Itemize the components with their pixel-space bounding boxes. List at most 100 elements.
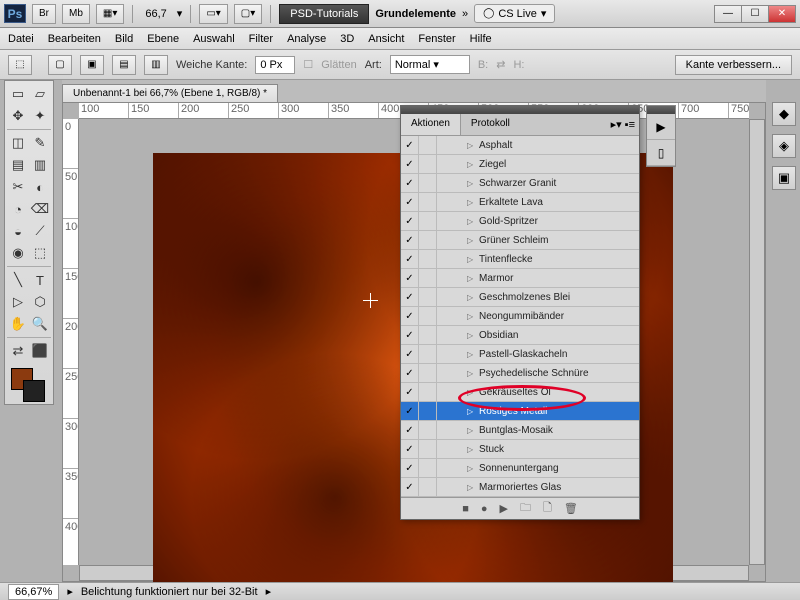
status-menu-icon[interactable]: ▸ xyxy=(266,585,272,598)
tool-1[interactable]: ▱ xyxy=(29,83,51,105)
selmode-new[interactable]: ▢ xyxy=(48,55,72,75)
action-dialog-toggle[interactable] xyxy=(419,345,437,363)
tool-17[interactable]: T xyxy=(29,269,51,291)
action-check-icon[interactable]: ✓ xyxy=(401,459,419,477)
disclosure-triangle-icon[interactable]: ▷ xyxy=(467,217,477,226)
action-row[interactable]: ✓▷Rostiges Metall xyxy=(401,402,639,421)
tab-aktionen[interactable]: Aktionen xyxy=(401,114,461,135)
panel-icon-2[interactable]: ▣ xyxy=(772,166,796,190)
action-dialog-toggle[interactable] xyxy=(419,155,437,173)
tool-7[interactable]: ▥ xyxy=(29,154,51,176)
menu-bearbeiten[interactable]: Bearbeiten xyxy=(48,33,101,45)
panel-menu-icon[interactable]: ▸▾ ▪≡ xyxy=(607,114,639,135)
tool-21[interactable]: 🔍 xyxy=(29,313,51,335)
action-dialog-toggle[interactable] xyxy=(419,478,437,496)
disclosure-triangle-icon[interactable]: ▷ xyxy=(467,160,477,169)
action-check-icon[interactable]: ✓ xyxy=(401,250,419,268)
action-check-icon[interactable]: ✓ xyxy=(401,193,419,211)
tool-16[interactable]: ╲ xyxy=(7,269,29,291)
action-dialog-toggle[interactable] xyxy=(419,212,437,230)
action-check-icon[interactable]: ✓ xyxy=(401,478,419,496)
action-row[interactable]: ✓▷Gekräuseltes Öl xyxy=(401,383,639,402)
action-row[interactable]: ✓▷Buntglas-Mosaik xyxy=(401,421,639,440)
action-check-icon[interactable]: ✓ xyxy=(401,364,419,382)
disclosure-triangle-icon[interactable]: ▷ xyxy=(467,464,477,473)
style-select[interactable]: Normal ▾ xyxy=(390,55,470,74)
panel-icon-0[interactable]: ◆ xyxy=(772,102,796,126)
tool-19[interactable]: ⬡ xyxy=(29,291,51,313)
mini-dock-handle[interactable] xyxy=(647,106,675,114)
status-nav-icon[interactable]: ▸ xyxy=(67,585,73,598)
menu-3d[interactable]: 3D xyxy=(340,33,354,45)
tool-2[interactable]: ✥ xyxy=(7,105,29,127)
disclosure-triangle-icon[interactable]: ▷ xyxy=(467,350,477,359)
menu-ansicht[interactable]: Ansicht xyxy=(368,33,404,45)
action-row[interactable]: ✓▷Marmor xyxy=(401,269,639,288)
disclosure-triangle-icon[interactable]: ▷ xyxy=(467,198,477,207)
action-dialog-toggle[interactable] xyxy=(419,307,437,325)
workspace-more-icon[interactable]: » xyxy=(462,8,468,20)
tool-12[interactable]: ◒ xyxy=(7,220,29,242)
disclosure-triangle-icon[interactable]: ▷ xyxy=(467,141,477,150)
menu-datei[interactable]: Datei xyxy=(8,33,34,45)
tool-23[interactable]: ⬛ xyxy=(29,340,51,362)
history-panel-icon[interactable]: ▯ xyxy=(647,140,675,166)
action-dialog-toggle[interactable] xyxy=(419,231,437,249)
tool-9[interactable]: ◐ xyxy=(29,176,51,198)
new-action-icon[interactable]: 🗋 xyxy=(543,499,552,518)
action-dialog-toggle[interactable] xyxy=(419,383,437,401)
action-row[interactable]: ✓▷Ziegel xyxy=(401,155,639,174)
tool-0[interactable]: ▭ xyxy=(7,83,29,105)
disclosure-triangle-icon[interactable]: ▷ xyxy=(467,483,477,492)
action-row[interactable]: ✓▷Pastell-Glaskacheln xyxy=(401,345,639,364)
play-icon[interactable]: ▶ xyxy=(500,502,508,515)
action-row[interactable]: ✓▷Erkaltete Lava xyxy=(401,193,639,212)
record-icon[interactable]: ● xyxy=(481,503,488,515)
disclosure-triangle-icon[interactable]: ▷ xyxy=(467,293,477,302)
menu-filter[interactable]: Filter xyxy=(249,33,273,45)
action-check-icon[interactable]: ✓ xyxy=(401,440,419,458)
action-row[interactable]: ✓▷Neongummibänder xyxy=(401,307,639,326)
menu-fenster[interactable]: Fenster xyxy=(418,33,455,45)
tool-4[interactable]: ◫ xyxy=(7,132,29,154)
action-row[interactable]: ✓▷Stuck xyxy=(401,440,639,459)
refine-edge-button[interactable]: Kante verbessern... xyxy=(675,55,792,75)
action-dialog-toggle[interactable] xyxy=(419,421,437,439)
action-row[interactable]: ✓▷Tintenflecke xyxy=(401,250,639,269)
disclosure-triangle-icon[interactable]: ▷ xyxy=(467,331,477,340)
action-check-icon[interactable]: ✓ xyxy=(401,345,419,363)
disclosure-triangle-icon[interactable]: ▷ xyxy=(467,236,477,245)
status-zoom[interactable]: 66,67% xyxy=(8,584,59,600)
stop-icon[interactable]: ■ xyxy=(462,503,469,515)
panel-icon-1[interactable]: ◈ xyxy=(772,134,796,158)
tool-22[interactable]: ⇄ xyxy=(7,340,29,362)
action-row[interactable]: ✓▷Schwarzer Granit xyxy=(401,174,639,193)
panel-drag-handle[interactable] xyxy=(401,106,639,114)
action-check-icon[interactable]: ✓ xyxy=(401,326,419,344)
menu-ebene[interactable]: Ebene xyxy=(147,33,179,45)
trash-icon[interactable]: 🗑 xyxy=(564,502,578,515)
action-dialog-toggle[interactable] xyxy=(419,440,437,458)
action-check-icon[interactable]: ✓ xyxy=(401,155,419,173)
action-dialog-toggle[interactable] xyxy=(419,402,437,420)
menu-auswahl[interactable]: Auswahl xyxy=(193,33,235,45)
action-dialog-toggle[interactable] xyxy=(419,288,437,306)
tool-20[interactable]: ✋ xyxy=(7,313,29,335)
action-check-icon[interactable]: ✓ xyxy=(401,421,419,439)
action-row[interactable]: ✓▷Gold-Spritzer xyxy=(401,212,639,231)
workspace-label[interactable]: Grundelemente xyxy=(375,8,456,20)
action-row[interactable]: ✓▷Grüner Schleim xyxy=(401,231,639,250)
zoom-level[interactable]: 66,7 xyxy=(141,8,170,20)
close-button[interactable]: ✕ xyxy=(768,5,796,23)
action-check-icon[interactable]: ✓ xyxy=(401,402,419,420)
disclosure-triangle-icon[interactable]: ▷ xyxy=(467,445,477,454)
action-dialog-toggle[interactable] xyxy=(419,326,437,344)
action-dialog-toggle[interactable] xyxy=(419,174,437,192)
tool-11[interactable]: ⌫ xyxy=(29,198,51,220)
tab-protokoll[interactable]: Protokoll xyxy=(461,114,520,135)
psd-tutorials-badge[interactable]: PSD-Tutorials xyxy=(279,4,369,24)
disclosure-triangle-icon[interactable]: ▷ xyxy=(467,179,477,188)
view-extras-button[interactable]: ▦▾ xyxy=(96,4,124,24)
bridge-button[interactable]: Br xyxy=(32,4,56,24)
action-check-icon[interactable]: ✓ xyxy=(401,307,419,325)
